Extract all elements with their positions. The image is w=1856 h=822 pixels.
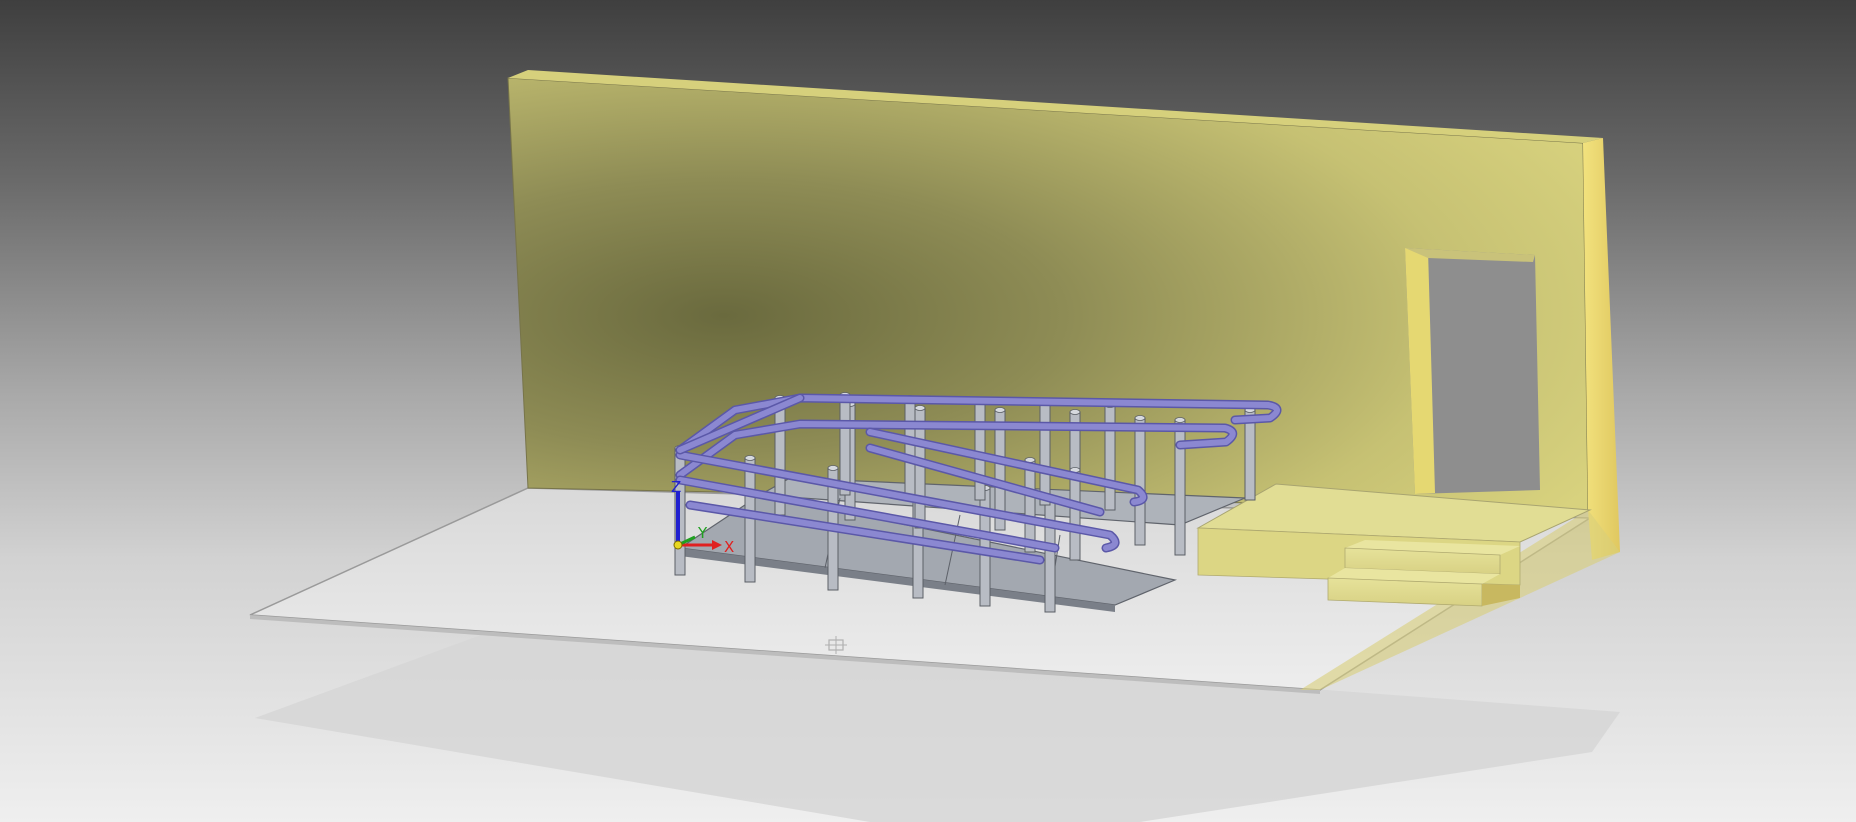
triad-label-z: Z (671, 478, 681, 496)
cad-scene[interactable]: Z Y X (0, 0, 1856, 822)
railing-post (744, 457, 756, 583)
post-cap (1069, 409, 1081, 415)
railing-post (839, 394, 851, 496)
post-cap (1174, 417, 1186, 423)
back-wall-end (1583, 138, 1620, 560)
railing-post (1134, 417, 1146, 546)
triad-label-x: X (724, 538, 734, 556)
post-cap (827, 465, 839, 471)
railing-post (1024, 459, 1036, 553)
railing-post (1174, 419, 1186, 556)
railing-post (1069, 469, 1081, 561)
post-cap (914, 405, 926, 411)
railing-post (1044, 499, 1056, 613)
railing-post (974, 399, 986, 501)
origin-dot (673, 540, 683, 550)
triad-label-y: Y (697, 524, 708, 542)
railing-post (1039, 401, 1051, 506)
post-cap (744, 455, 756, 461)
railing-post (904, 397, 916, 499)
post-cap (994, 407, 1006, 413)
3d-model-viewport[interactable]: Z Y X (0, 0, 1856, 822)
railing-post (1104, 404, 1116, 511)
post-cap (1134, 415, 1146, 421)
